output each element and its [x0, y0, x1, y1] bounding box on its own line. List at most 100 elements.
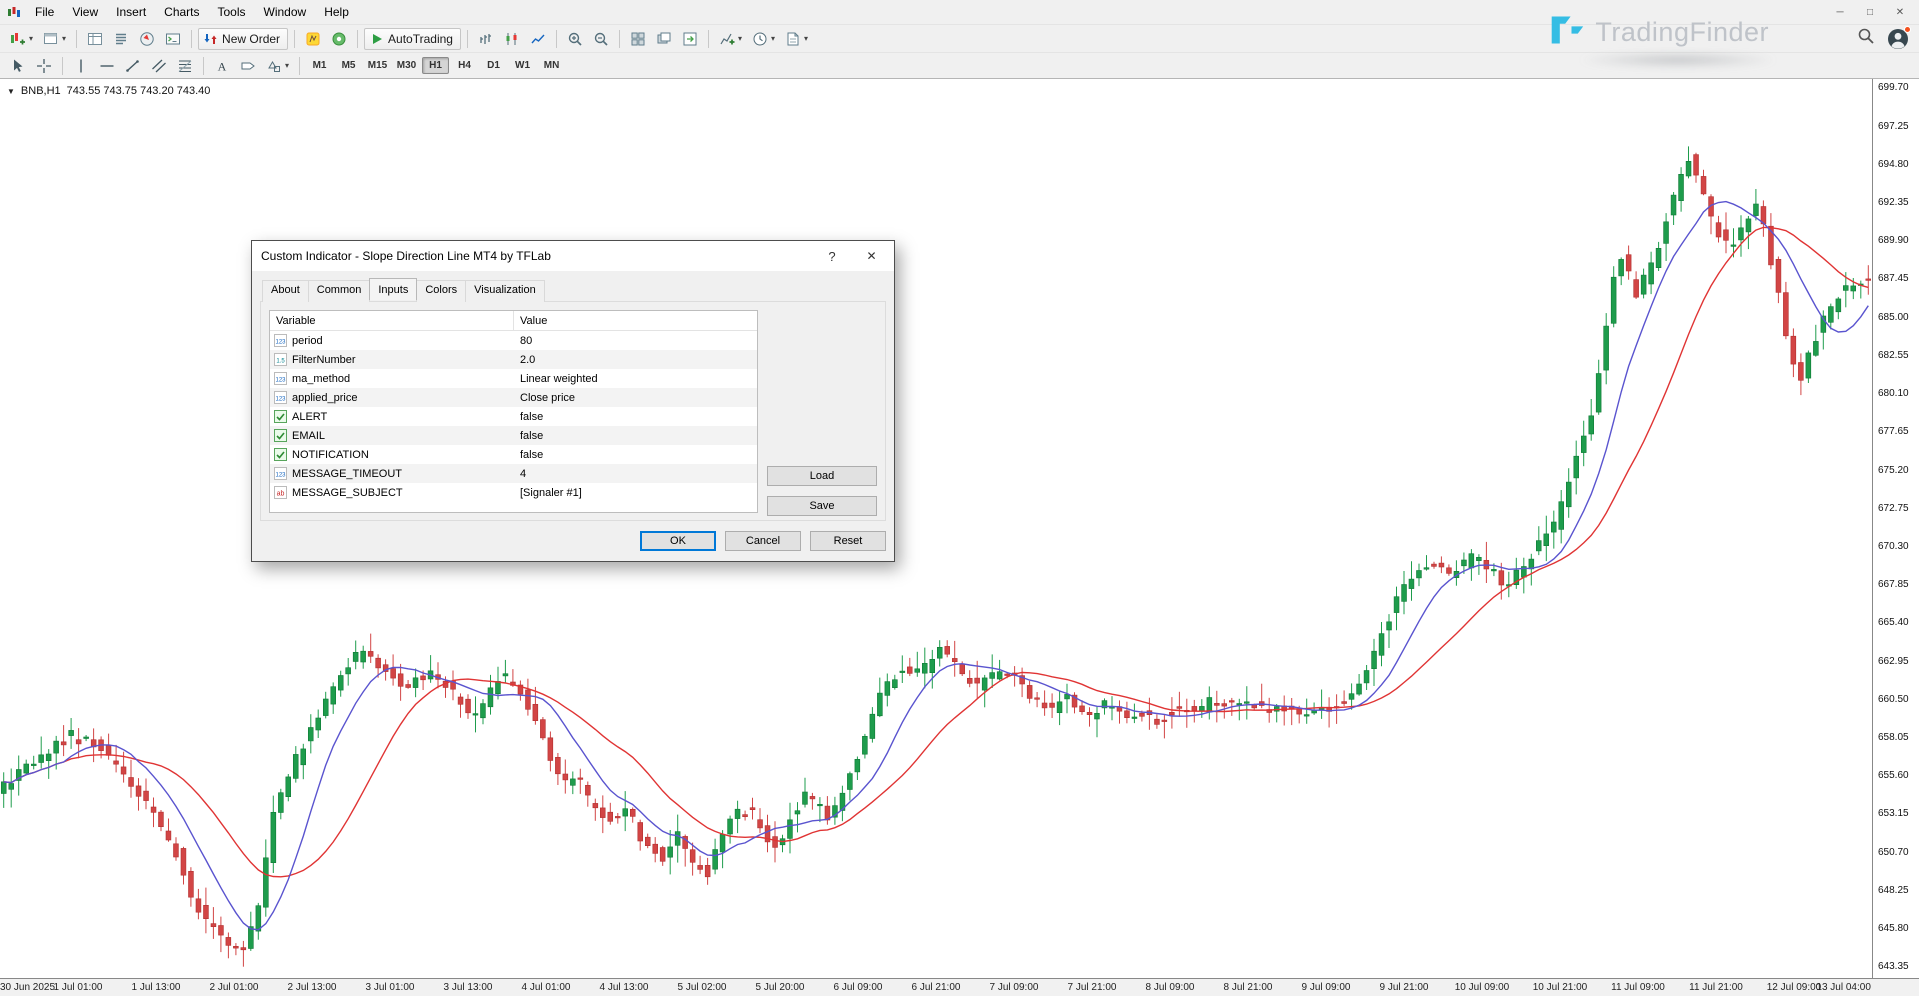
- autotrading-button[interactable]: AutoTrading: [364, 28, 461, 50]
- data-window-icon: [113, 31, 129, 47]
- tile-windows-button[interactable]: [626, 28, 650, 50]
- close-button[interactable]: ✕: [1893, 7, 1907, 18]
- new-chart-button[interactable]: ▾: [6, 28, 37, 50]
- dialog-titlebar[interactable]: Custom Indicator - Slope Direction Line …: [252, 241, 894, 271]
- svg-text:1.5: 1.5: [276, 359, 285, 365]
- indicators-icon: [719, 31, 735, 47]
- minimize-button[interactable]: ─: [1833, 7, 1847, 18]
- timeframe-m15[interactable]: M15: [364, 57, 391, 74]
- price-axis[interactable]: 699.70697.25694.80692.35689.90687.45685.…: [1872, 79, 1919, 979]
- menu-view[interactable]: View: [63, 2, 107, 22]
- input-row-message_subject[interactable]: abMESSAGE_SUBJECT[Signaler #1]: [270, 483, 757, 502]
- tool-cursor-button[interactable]: [6, 55, 30, 77]
- input-value[interactable]: false: [514, 430, 543, 442]
- input-row-alert[interactable]: ALERTfalse: [270, 407, 757, 426]
- timeframe-m30[interactable]: M30: [393, 57, 420, 74]
- time-tick: 6 Jul 09:00: [834, 982, 883, 993]
- dialog-close-button[interactable]: ✕: [849, 241, 894, 271]
- indicators-button[interactable]: ▾: [715, 28, 746, 50]
- dialog-title: Custom Indicator - Slope Direction Line …: [252, 249, 815, 263]
- input-value[interactable]: 4: [514, 468, 526, 480]
- load-button[interactable]: Load: [767, 466, 877, 486]
- templates-button[interactable]: ▾: [781, 28, 812, 50]
- reset-button[interactable]: Reset: [810, 531, 886, 551]
- tool-text-button[interactable]: A: [210, 55, 234, 77]
- input-row-message_timeout[interactable]: 123MESSAGE_TIMEOUT4: [270, 464, 757, 483]
- new-order-button[interactable]: New Order: [198, 28, 288, 50]
- save-button[interactable]: Save: [767, 496, 877, 516]
- tab-colors[interactable]: Colors: [416, 280, 466, 302]
- input-value[interactable]: Linear weighted: [514, 373, 598, 385]
- tab-about[interactable]: About: [262, 280, 309, 302]
- user-avatar[interactable]: [1887, 28, 1909, 50]
- input-row-filternumber[interactable]: 1.5FilterNumber2.0: [270, 350, 757, 369]
- navigator-button[interactable]: [135, 28, 159, 50]
- cascade-button[interactable]: [652, 28, 676, 50]
- timeframe-h4[interactable]: H4: [451, 57, 478, 74]
- input-value[interactable]: false: [514, 449, 543, 461]
- menu-charts[interactable]: Charts: [155, 2, 208, 22]
- timeframe-d1[interactable]: D1: [480, 57, 507, 74]
- tool-trendline-button[interactable]: [121, 55, 145, 77]
- terminal-button[interactable]: [161, 28, 185, 50]
- input-row-period[interactable]: 123period80: [270, 331, 757, 350]
- profiles-button[interactable]: ▾: [39, 28, 70, 50]
- line-chart-button[interactable]: [526, 28, 550, 50]
- tool-hline-button[interactable]: [95, 55, 119, 77]
- time-tick: 13 Jul 04:00: [1816, 982, 1871, 993]
- standard-toolbar: ▾▾New OrderAutoTrading▾▾▾: [0, 24, 1919, 52]
- tool-shapes-button[interactable]: ▾: [262, 55, 293, 77]
- time-axis[interactable]: 30 Jun 20251 Jul 01:001 Jul 13:002 Jul 0…: [0, 978, 1919, 996]
- tool-vline-button[interactable]: [69, 55, 93, 77]
- input-row-applied_price[interactable]: 123applied_priceClose price: [270, 388, 757, 407]
- options-button[interactable]: [327, 28, 351, 50]
- chart-symbol-label[interactable]: ▼ BNB,H1 743.55 743.75 743.20 743.40: [7, 85, 210, 97]
- ok-button[interactable]: OK: [640, 531, 716, 551]
- toolbar-separator: [708, 30, 709, 48]
- input-value[interactable]: false: [514, 411, 543, 423]
- dialog-footer: OK Cancel Reset: [260, 531, 886, 551]
- arrange-button[interactable]: [678, 28, 702, 50]
- input-row-email[interactable]: EMAILfalse: [270, 426, 757, 445]
- tool-label-button[interactable]: [236, 55, 260, 77]
- menu-tools[interactable]: Tools: [209, 2, 255, 22]
- input-row-notification[interactable]: NOTIFICATIONfalse: [270, 445, 757, 464]
- timeframe-h1[interactable]: H1: [422, 57, 449, 74]
- periods-button[interactable]: ▾: [748, 28, 779, 50]
- input-value[interactable]: 2.0: [514, 354, 535, 366]
- chart-ohlc: 743.55 743.75 743.20 743.40: [67, 85, 211, 97]
- tool-channel-button[interactable]: [147, 55, 171, 77]
- metaeditor-button[interactable]: [301, 28, 325, 50]
- menu-window[interactable]: Window: [255, 2, 316, 22]
- timeframe-mn[interactable]: MN: [538, 57, 565, 74]
- bar-chart-button[interactable]: [474, 28, 498, 50]
- bool-type-icon: [274, 429, 287, 442]
- input-value[interactable]: 80: [514, 335, 532, 347]
- tab-common[interactable]: Common: [308, 280, 371, 302]
- cancel-button[interactable]: Cancel: [725, 531, 801, 551]
- tool-crosshair-button[interactable]: [32, 55, 56, 77]
- candle-chart-button[interactable]: [500, 28, 524, 50]
- menu-help[interactable]: Help: [315, 2, 358, 22]
- tab-visualization[interactable]: Visualization: [465, 280, 545, 302]
- maximize-button[interactable]: □: [1863, 7, 1877, 18]
- chart-symbol: BNB,H1: [21, 85, 61, 97]
- time-tick: 7 Jul 21:00: [1068, 982, 1117, 993]
- header-variable: Variable: [270, 311, 514, 330]
- zoom-in-button[interactable]: [563, 28, 587, 50]
- market-watch-button[interactable]: [83, 28, 107, 50]
- dialog-help-button[interactable]: ?: [815, 241, 849, 271]
- search-icon[interactable]: [1857, 27, 1875, 50]
- tool-fibonacci-button[interactable]: [173, 55, 197, 77]
- timeframe-m1[interactable]: M1: [306, 57, 333, 74]
- input-row-ma_method[interactable]: 123ma_methodLinear weighted: [270, 369, 757, 388]
- input-value[interactable]: Close price: [514, 392, 575, 404]
- timeframe-m5[interactable]: M5: [335, 57, 362, 74]
- menu-insert[interactable]: Insert: [107, 2, 155, 22]
- data-window-button[interactable]: [109, 28, 133, 50]
- timeframe-w1[interactable]: W1: [509, 57, 536, 74]
- zoom-out-button[interactable]: [589, 28, 613, 50]
- tab-inputs[interactable]: Inputs: [369, 278, 417, 300]
- menu-file[interactable]: File: [26, 2, 63, 22]
- input-value[interactable]: [Signaler #1]: [514, 487, 582, 499]
